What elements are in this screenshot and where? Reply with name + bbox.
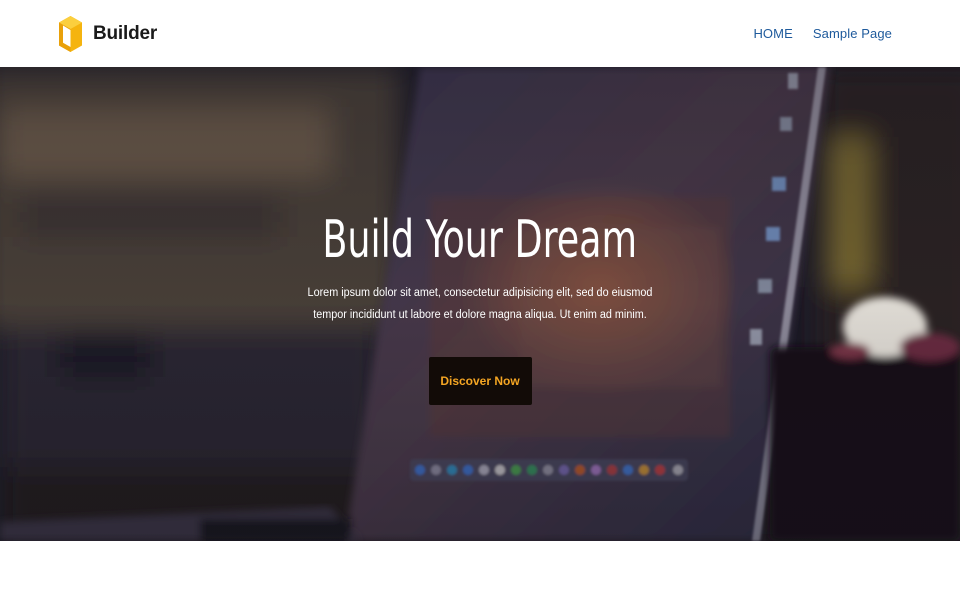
brand-name: Builder <box>93 22 158 44</box>
hero-description: Lorem ipsum dolor sit amet, consectetur … <box>307 287 653 321</box>
site-header: Builder HOME Sample Page <box>0 0 960 67</box>
main-nav: HOME Sample Page <box>753 26 892 41</box>
cube-logo-icon <box>59 15 82 52</box>
hero-content: Build Your Dream Lorem ipsum dolor sit a… <box>0 67 960 541</box>
hero-section: Build Your Dream Lorem ipsum dolor sit a… <box>0 67 960 541</box>
page-content-area <box>0 541 960 600</box>
discover-now-button[interactable]: Discover Now <box>428 357 532 405</box>
nav-link-sample-page[interactable]: Sample Page <box>813 26 892 41</box>
hero-title: Build Your Dream <box>322 210 638 270</box>
brand-link[interactable]: Builder <box>58 15 157 53</box>
nav-link-home[interactable]: HOME <box>753 26 792 41</box>
